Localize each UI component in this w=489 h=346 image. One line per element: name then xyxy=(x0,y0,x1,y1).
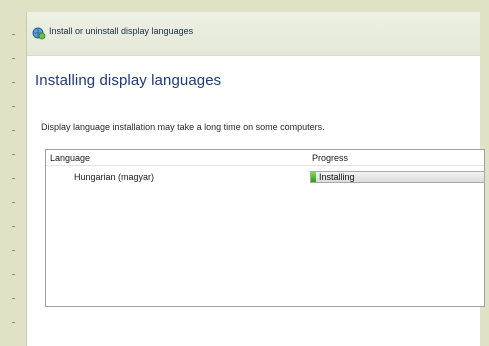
progress-bar: Installing xyxy=(310,171,485,183)
progress-fill xyxy=(311,172,317,182)
decorative-mark xyxy=(12,82,15,83)
decorative-mark xyxy=(12,274,15,275)
header-divider xyxy=(46,165,484,166)
description-text: Display language installation may take a… xyxy=(41,122,325,132)
column-header-language[interactable]: Language xyxy=(50,153,90,163)
page-heading: Installing display languages xyxy=(35,72,222,89)
globe-icon xyxy=(31,25,47,41)
decorative-mark xyxy=(12,202,15,203)
language-list[interactable]: Language Progress Hungarian (magyar) Ins… xyxy=(45,149,485,307)
decorative-mark xyxy=(12,34,15,35)
decorative-mark xyxy=(12,130,15,131)
language-name: Hungarian (magyar) xyxy=(74,172,155,182)
decorative-mark xyxy=(12,250,15,251)
decorative-mark xyxy=(12,106,15,107)
wizard-window: Install or uninstall display languages I… xyxy=(26,12,485,346)
decorative-mark xyxy=(12,178,15,179)
background-strip xyxy=(0,0,26,346)
column-header-progress[interactable]: Progress xyxy=(312,153,348,163)
decorative-mark xyxy=(12,322,15,323)
decorative-mark xyxy=(12,298,15,299)
decorative-mark xyxy=(12,58,15,59)
window-title: Install or uninstall display languages xyxy=(49,26,194,36)
decorative-mark xyxy=(12,154,15,155)
decorative-mark xyxy=(12,226,15,227)
progress-status: Installing xyxy=(319,172,355,182)
title-bar: Install or uninstall display languages xyxy=(27,12,480,56)
